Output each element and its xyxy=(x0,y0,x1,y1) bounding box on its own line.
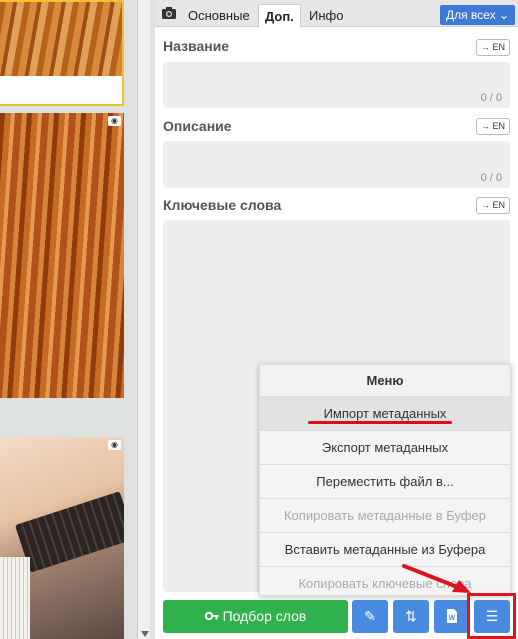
annotation-arrow xyxy=(402,564,471,593)
